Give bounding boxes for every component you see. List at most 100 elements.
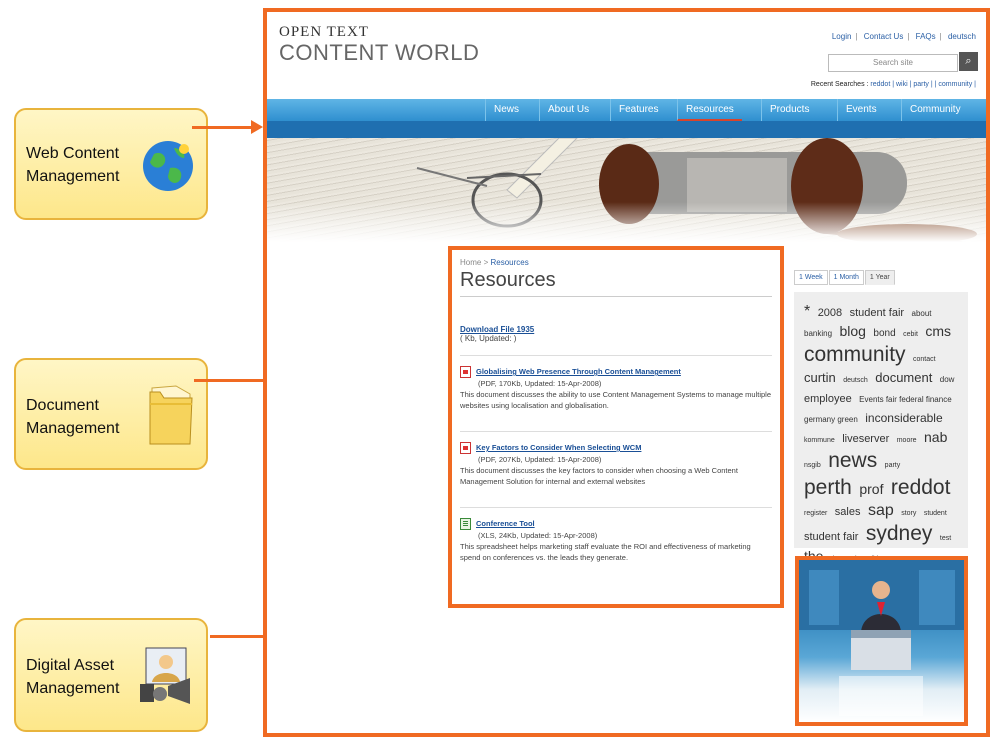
tag-link[interactable]: * bbox=[804, 303, 810, 320]
document-meta: (PDF, 207Kb, Updated: 15-Apr-2008) bbox=[478, 455, 602, 465]
tag-link[interactable]: kommune bbox=[804, 437, 835, 444]
document-description: This spreadsheet helps marketing staff e… bbox=[460, 542, 751, 563]
tag-link[interactable]: nsgib bbox=[804, 462, 821, 469]
tag-link[interactable]: story bbox=[901, 510, 916, 517]
document-link[interactable]: Key Factors to Consider When Selecting W… bbox=[476, 443, 641, 452]
nav-features[interactable]: Features bbox=[610, 99, 666, 121]
tag-link[interactable]: deutsch bbox=[843, 377, 868, 384]
callout-label-line2: Management bbox=[26, 680, 120, 697]
logo-opentext[interactable]: OPEN TEXT bbox=[279, 24, 369, 41]
tag-link[interactable]: student fair bbox=[804, 531, 858, 543]
resources-panel: Home > Resources Resources Download File… bbox=[448, 246, 784, 608]
search-button[interactable]: ⌕ bbox=[959, 52, 978, 71]
document-link[interactable]: Globalising Web Presence Through Content… bbox=[476, 367, 681, 376]
tag-link[interactable]: nab bbox=[924, 429, 947, 445]
tag-link[interactable]: blog bbox=[839, 323, 865, 339]
tag-link[interactable]: party bbox=[885, 462, 901, 469]
callout-label-line1: Document bbox=[26, 397, 99, 414]
recent-searches-label: Recent Searches : bbox=[810, 81, 869, 88]
tag-link[interactable]: curtin bbox=[804, 370, 836, 385]
spreadsheet-icon bbox=[460, 518, 471, 531]
tab-1-month[interactable]: 1 Month bbox=[828, 270, 864, 285]
tag-link[interactable]: student fair bbox=[850, 307, 904, 319]
main-nav: News About Us Features Resources Product… bbox=[267, 99, 986, 121]
breadcrumb: Home > Resources bbox=[460, 258, 772, 267]
callout-document-management: Document Management bbox=[14, 358, 208, 470]
tag-link[interactable]: moore bbox=[897, 437, 917, 444]
pdf-icon bbox=[460, 442, 471, 455]
contact-link[interactable]: Contact Us bbox=[864, 32, 904, 41]
callout-label-line1: Web Content bbox=[26, 145, 120, 162]
tag-cloud: * 2008 student fair about banking blog b… bbox=[794, 292, 968, 564]
tag-link[interactable]: test bbox=[940, 535, 951, 542]
arrow-to-site bbox=[192, 120, 263, 134]
banner-image bbox=[267, 138, 986, 242]
tag-link[interactable]: employee bbox=[804, 393, 852, 405]
tab-1-year[interactable]: 1 Year bbox=[864, 270, 895, 285]
globe-icon bbox=[143, 141, 193, 191]
recent-searches: Recent Searches : reddot | wiki | party … bbox=[811, 81, 976, 88]
recent-searches-links[interactable]: reddot | wiki | party | | community | bbox=[870, 81, 976, 88]
breadcrumb-current[interactable]: Resources bbox=[490, 258, 528, 267]
tag-link[interactable]: perth bbox=[804, 476, 852, 499]
tag-link[interactable]: germany green bbox=[804, 415, 858, 424]
tab-1-week[interactable]: 1 Week bbox=[794, 270, 828, 285]
callout-label-line2: Management bbox=[26, 420, 120, 437]
tag-link[interactable]: bond bbox=[873, 328, 895, 339]
tag-link[interactable]: inconsiderable bbox=[865, 411, 942, 425]
deutsch-link[interactable]: deutsch bbox=[948, 32, 976, 41]
faqs-link[interactable]: FAQs bbox=[916, 32, 936, 41]
download-meta: ( Kb, Updated: ) bbox=[460, 334, 517, 343]
page-title: Resources bbox=[460, 269, 772, 297]
tag-link[interactable]: news bbox=[828, 449, 877, 472]
tag-link[interactable]: sales bbox=[835, 506, 861, 518]
document-description: This document discusses the key factors … bbox=[460, 466, 738, 487]
tag-link[interactable]: contact bbox=[913, 356, 936, 363]
tag-link[interactable]: cms bbox=[925, 323, 951, 339]
tag-link[interactable]: cebit bbox=[903, 331, 918, 338]
tag-link[interactable]: liveserver bbox=[842, 433, 889, 445]
document-item: Globalising Web Presence Through Content… bbox=[460, 355, 772, 411]
document-item: Key Factors to Consider When Selecting W… bbox=[460, 431, 772, 487]
document-description: This document discusses the ability to u… bbox=[460, 390, 771, 411]
video-thumbnail[interactable] bbox=[795, 556, 968, 726]
tag-link[interactable]: register bbox=[804, 510, 827, 517]
login-link[interactable]: Login bbox=[832, 32, 852, 41]
tag-link[interactable]: community bbox=[804, 343, 906, 366]
document-meta: (PDF, 170Kb, Updated: 15-Apr-2008) bbox=[478, 379, 602, 389]
logo-content-world[interactable]: CONTENT WORLD bbox=[279, 40, 479, 66]
document-link[interactable]: Conference Tool bbox=[476, 519, 535, 528]
tag-link[interactable]: dow bbox=[940, 375, 955, 384]
website-frame: OPEN TEXT CONTENT WORLD Login | Contact U… bbox=[263, 8, 990, 737]
nav-news[interactable]: News bbox=[485, 99, 527, 121]
tag-link[interactable]: reddot bbox=[891, 476, 951, 499]
callout-label-line1: Digital Asset bbox=[26, 657, 115, 674]
tag-link[interactable]: document bbox=[875, 370, 932, 385]
tag-link[interactable]: student bbox=[924, 510, 947, 517]
callout-label-line2: Management bbox=[26, 168, 120, 185]
download-link[interactable]: Download File 1935 bbox=[460, 325, 534, 334]
media-icon bbox=[140, 647, 190, 704]
nav-community[interactable]: Community bbox=[901, 99, 969, 121]
top-links: Login | Contact Us | FAQs | deutsch bbox=[831, 32, 976, 41]
sub-nav-bar bbox=[267, 121, 986, 138]
nav-products[interactable]: Products bbox=[761, 99, 817, 121]
download-item: Download File 1935 ( Kb, Updated: ) bbox=[460, 325, 772, 343]
pdf-icon bbox=[460, 366, 471, 379]
nav-about-us[interactable]: About Us bbox=[539, 99, 597, 121]
callout-web-content-management: Web Content Management bbox=[14, 108, 208, 220]
tag-link[interactable]: sap bbox=[868, 502, 894, 519]
search-icon: ⌕ bbox=[965, 55, 972, 67]
breadcrumb-separator: > bbox=[483, 258, 489, 267]
tag-link[interactable]: Events fair federal finance bbox=[859, 395, 952, 404]
tagcloud-tabs: 1 Week 1 Month 1 Year bbox=[794, 270, 896, 285]
nav-resources[interactable]: Resources bbox=[677, 99, 742, 121]
nav-events[interactable]: Events bbox=[837, 99, 885, 121]
folder-icon bbox=[149, 385, 193, 445]
document-item: Conference Tool (XLS, 24Kb, Updated: 15-… bbox=[460, 507, 772, 563]
breadcrumb-home[interactable]: Home bbox=[460, 258, 481, 267]
search-input[interactable]: Search site bbox=[828, 54, 958, 72]
tag-link[interactable]: prof bbox=[859, 481, 883, 497]
tag-link[interactable]: 2008 bbox=[818, 307, 842, 319]
tag-link[interactable]: sydney bbox=[866, 522, 933, 545]
